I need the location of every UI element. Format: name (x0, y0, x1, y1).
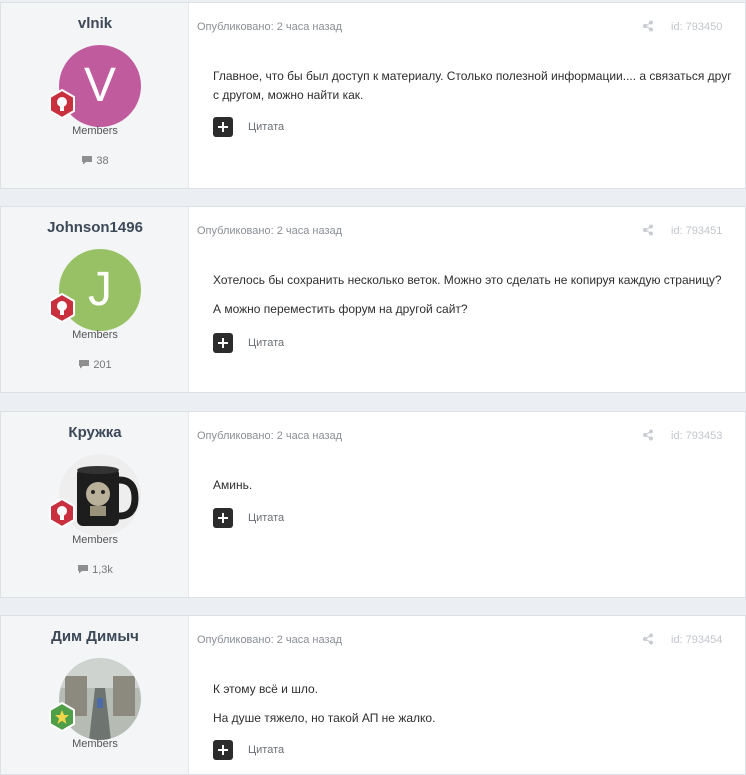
quote-control[interactable]: Цитата (213, 117, 284, 137)
author-panel: Кружка Members 1,3k (1, 412, 189, 597)
post: vlnik V Members 38 Опубликовано: 2 часа … (0, 2, 746, 189)
share-icon[interactable] (642, 633, 654, 645)
bulb-badge-icon (49, 89, 75, 119)
post-meta[interactable]: Опубликовано: 2 часа назад (197, 430, 342, 442)
plus-icon[interactable] (213, 508, 233, 528)
quote-label[interactable]: Цитата (248, 512, 284, 524)
post: Johnson1496 J Members 201 Опубликовано: … (0, 206, 746, 393)
avatar[interactable] (49, 658, 141, 740)
comment-icon (82, 156, 93, 165)
quote-control[interactable]: Цитата (213, 333, 284, 353)
author-panel: Johnson1496 J Members 201 (1, 207, 189, 392)
post-body: К этому всё и шло. На душе тяжело, но та… (213, 680, 733, 738)
post-meta[interactable]: Опубликовано: 2 часа назад (197, 225, 342, 237)
author-name[interactable]: Johnson1496 (1, 219, 189, 236)
post-paragraph: Аминь. (213, 478, 253, 492)
post-list: vlnik V Members 38 Опубликовано: 2 часа … (0, 0, 746, 775)
member-group: Members (72, 329, 118, 341)
share-icon[interactable] (642, 20, 654, 32)
post-paragraph: На душе тяжело, но такой АП не жалко. (213, 711, 436, 725)
author-panel: Дим Димыч Members (1, 616, 189, 774)
post: Дим Димыч Members Опубликовано: 2 часа н… (0, 615, 746, 775)
post-id[interactable]: id: 793451 (671, 225, 722, 237)
post-id[interactable]: id: 793454 (671, 634, 722, 646)
post-count-value: 1,3k (92, 564, 113, 576)
author-name[interactable]: Кружка (1, 424, 189, 441)
post-count: 201 (1, 359, 189, 371)
share-icon[interactable] (642, 429, 654, 441)
post-count-value: 201 (93, 359, 112, 371)
quote-label[interactable]: Цитата (248, 337, 284, 349)
post-body: Аминь. (213, 476, 733, 505)
post-count: 1,3k (1, 564, 189, 576)
post-id[interactable]: id: 793453 (671, 430, 722, 442)
post-body: Главное, что бы был доступ к материалу. … (213, 67, 733, 115)
post-paragraph: Главное, что бы был доступ к материалу. … (213, 69, 732, 102)
bulb-badge-icon (49, 293, 75, 323)
post-body: Хотелось бы сохранить несколько веток. М… (213, 271, 733, 329)
star-badge-icon (49, 702, 75, 732)
avatar[interactable] (49, 454, 141, 536)
author-name[interactable]: vlnik (1, 15, 189, 32)
bulb-badge-icon (49, 498, 75, 528)
member-group: Members (72, 534, 118, 546)
avatar[interactable]: V (49, 45, 141, 127)
post-paragraph: К этому всё и шло. (213, 682, 318, 696)
member-group: Members (72, 125, 118, 137)
quote-label[interactable]: Цитата (248, 121, 284, 133)
post-paragraph: А можно переместить форум на другой сайт… (213, 302, 468, 316)
plus-icon[interactable] (213, 117, 233, 137)
post-count-value: 38 (96, 155, 109, 167)
quote-control[interactable]: Цитата (213, 508, 284, 528)
author-panel: vlnik V Members 38 (1, 3, 189, 188)
comment-icon (79, 360, 90, 369)
author-name[interactable]: Дим Димыч (1, 628, 189, 645)
quote-control[interactable]: Цитата (213, 740, 284, 760)
comment-icon (78, 565, 89, 574)
plus-icon[interactable] (213, 740, 233, 760)
post-meta[interactable]: Опубликовано: 2 часа назад (197, 634, 342, 646)
member-group: Members (72, 738, 118, 750)
post-paragraph: Хотелось бы сохранить несколько веток. М… (213, 273, 722, 287)
post-id[interactable]: id: 793450 (671, 21, 722, 33)
avatar[interactable]: J (49, 249, 141, 331)
post: Кружка Members 1,3k Опубликовано: 2 часа… (0, 411, 746, 598)
plus-icon[interactable] (213, 333, 233, 353)
quote-label[interactable]: Цитата (248, 744, 284, 756)
post-meta[interactable]: Опубликовано: 2 часа назад (197, 21, 342, 33)
share-icon[interactable] (642, 224, 654, 236)
post-count: 38 (1, 155, 189, 167)
